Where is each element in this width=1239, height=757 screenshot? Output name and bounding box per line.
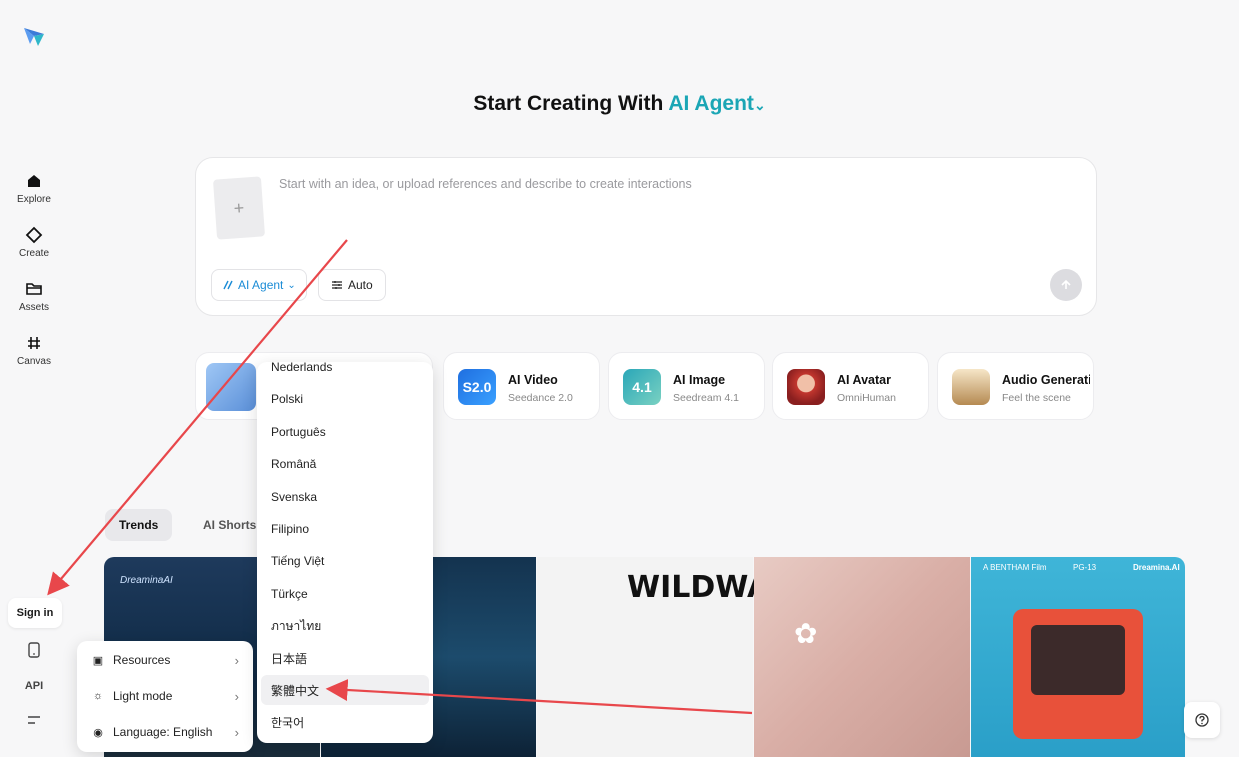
tool-subtitle: Seedream 4.1 xyxy=(673,392,739,404)
menu-item-label: Language: English xyxy=(113,725,213,739)
agent-mode-label: AI Agent xyxy=(238,278,284,292)
language-option[interactable]: Türkçe xyxy=(261,579,429,609)
language-option[interactable]: Polski xyxy=(261,384,429,414)
avatar-image xyxy=(787,369,825,405)
tool-subtitle: Feel the scene xyxy=(1002,392,1071,404)
sliders-icon xyxy=(332,281,342,289)
menu-item-label: Light mode xyxy=(113,689,173,703)
nav-explore-label: Explore xyxy=(17,194,51,205)
chevron-down-icon[interactable]: ⌄ xyxy=(754,97,766,113)
agent-icon xyxy=(223,280,233,290)
nav-assets-label: Assets xyxy=(18,302,49,313)
title-prefix: Start Creating With xyxy=(473,92,664,115)
auto-settings-button[interactable]: Auto xyxy=(318,269,386,301)
agent-selector[interactable]: AI Agent xyxy=(668,92,754,115)
retro-tv-image xyxy=(1013,609,1143,739)
arrow-up-icon xyxy=(1061,279,1071,289)
language-option[interactable]: Filipino xyxy=(261,514,429,544)
nav-canvas[interactable]: Canvas xyxy=(8,334,60,367)
film-brand: Dreamina.AI xyxy=(1133,563,1180,572)
gallery-title-text: WILDWALN xyxy=(627,570,815,605)
nav-create[interactable]: Create xyxy=(8,226,60,259)
prompt-input[interactable]: Start with an idea, or upload references… xyxy=(279,177,692,191)
menu-item-light-mode[interactable]: ☼ Light mode › xyxy=(77,680,253,712)
language-menu: Nederlands Polski Português Română Svens… xyxy=(257,362,433,743)
film-credit: A BENTHAM Film xyxy=(983,563,1047,572)
prompt-card: + Start with an idea, or upload referenc… xyxy=(195,157,1097,316)
language-option[interactable]: Nederlands xyxy=(261,362,429,382)
auto-label: Auto xyxy=(348,278,373,292)
mobile-icon[interactable] xyxy=(24,640,44,660)
language-option[interactable]: 日本語 xyxy=(261,643,429,673)
seedance-badge: S2.0 xyxy=(458,369,496,405)
menu-item-label: Resources xyxy=(113,653,171,667)
sun-icon: ☼ xyxy=(92,690,104,702)
chevron-right-icon: › xyxy=(234,724,239,740)
language-option[interactable]: Português xyxy=(261,417,429,447)
question-icon xyxy=(1195,713,1209,727)
language-option[interactable]: ภาษาไทย xyxy=(261,611,429,641)
language-option-highlighted[interactable]: 繁體中文 xyxy=(261,675,429,705)
help-button[interactable] xyxy=(1184,702,1220,738)
tab-trends[interactable]: Trends xyxy=(105,509,173,541)
gallery-item[interactable]: ✿ xyxy=(754,557,970,757)
nav-canvas-label: Canvas xyxy=(17,356,51,367)
tool-title: AI Image xyxy=(673,373,726,387)
page-title: Start Creating With AI Agent⌄ xyxy=(0,92,1239,116)
diamond-icon xyxy=(25,226,43,244)
menu-item-language[interactable]: ◉ Language: English › xyxy=(77,716,253,748)
tool-subtitle: OmniHuman xyxy=(837,392,896,404)
pegasus-image xyxy=(206,363,256,411)
tool-title: Audio Generation xyxy=(1002,373,1090,387)
chevron-right-icon: › xyxy=(234,688,239,704)
agent-mode-button[interactable]: AI Agent ⌄ xyxy=(211,269,307,301)
chevron-down-icon: ⌄ xyxy=(287,279,296,291)
upload-reference-button[interactable]: + xyxy=(212,176,266,240)
film-rating: PG-13 xyxy=(1073,563,1097,572)
app-logo[interactable] xyxy=(22,24,46,48)
butterfly-icon: ✿ xyxy=(794,618,818,649)
seedream-badge: 4.1 xyxy=(623,369,661,405)
nav-create-label: Create xyxy=(18,248,49,259)
tool-title: AI Avatar xyxy=(837,373,891,387)
api-link[interactable]: API xyxy=(24,676,44,696)
gallery-item[interactable]: WILDWALN xyxy=(537,557,815,757)
tool-card-ai-image[interactable]: 4.1 AI Image Seedream 4.1 xyxy=(608,352,765,420)
hash-icon xyxy=(28,337,40,349)
gallery-brand: DreaminaAI xyxy=(120,575,173,586)
gallery-item[interactable]: A BENTHAM Film PG-13 Dreamina.AI xyxy=(971,557,1185,757)
home-icon xyxy=(28,175,40,187)
language-option[interactable]: Română xyxy=(261,449,429,479)
nav-assets[interactable]: Assets xyxy=(8,280,60,313)
tool-card-ai-video[interactable]: S2.0 AI Video Seedance 2.0 xyxy=(443,352,600,420)
send-button[interactable] xyxy=(1050,269,1082,301)
sign-in-button[interactable]: Sign in xyxy=(8,598,62,628)
globe-icon: ◉ xyxy=(93,726,103,739)
nav-explore[interactable]: Explore xyxy=(8,172,60,205)
chevron-right-icon: › xyxy=(234,652,239,668)
tool-card-audio[interactable]: Audio Generation Feel the scene xyxy=(937,352,1094,420)
folder-icon xyxy=(26,283,42,295)
menu-icon[interactable] xyxy=(24,710,44,730)
tool-subtitle: Seedance 2.0 xyxy=(508,392,573,404)
language-option[interactable]: Tiếng Việt xyxy=(261,546,429,576)
document-icon: ▣ xyxy=(92,654,104,667)
menu-item-resources[interactable]: ▣ Resources › xyxy=(77,644,253,676)
settings-menu: ▣ Resources › ☼ Light mode › ◉ Language:… xyxy=(77,641,253,752)
language-option[interactable]: Svenska xyxy=(261,482,429,512)
tool-title: AI Video xyxy=(508,373,558,387)
microphone-image xyxy=(952,369,990,405)
language-option[interactable]: 한국어 xyxy=(261,707,429,737)
tool-card-ai-avatar[interactable]: AI Avatar OmniHuman xyxy=(772,352,929,420)
